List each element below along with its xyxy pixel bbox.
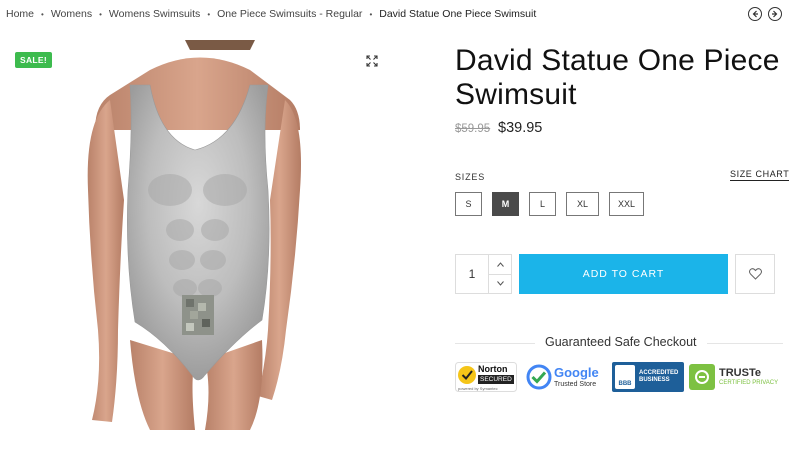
bbb-business: BUSINESS: [639, 377, 670, 383]
chevron-up-icon[interactable]: [489, 255, 511, 275]
bbb-accredited: ACCREDITED: [639, 370, 679, 376]
truste-logo-icon: [689, 364, 715, 390]
arrow-right-circle-icon[interactable]: [768, 7, 782, 21]
safe-checkout-title: Guaranteed Safe Checkout: [535, 335, 707, 349]
breadcrumb-separator: •: [99, 9, 102, 19]
breadcrumb: Home • Womens • Womens Swimsuits • One P…: [6, 8, 536, 20]
sale-badge: SALE!: [15, 52, 52, 68]
size-option-l[interactable]: L: [529, 192, 556, 216]
quantity-stepper: 1: [455, 254, 512, 294]
breadcrumb-womens-swimsuits[interactable]: Womens Swimsuits: [109, 8, 200, 20]
size-chart-link[interactable]: SIZE CHART: [730, 169, 790, 181]
breadcrumb-one-piece[interactable]: One Piece Swimsuits - Regular: [217, 8, 362, 20]
google-trusted-store: Trusted Store: [554, 380, 597, 388]
add-to-cart-button[interactable]: ADD TO CART: [519, 254, 728, 294]
breadcrumb-womens[interactable]: Womens: [51, 8, 92, 20]
truste-badge: TRUSTe CERTIFIED PRIVACY: [689, 362, 785, 392]
sizes-label: SIZES: [455, 172, 486, 182]
product-title: David Statue One Piece Swimsuit: [455, 44, 780, 111]
breadcrumb-current: David Statue One Piece Swimsuit: [379, 8, 537, 20]
trust-badges: Norton SECURED powered by Symantec Googl…: [455, 362, 785, 394]
norton-badge: Norton SECURED powered by Symantec: [455, 362, 517, 392]
breadcrumb-separator: •: [207, 9, 211, 19]
google-word: Google: [554, 364, 599, 380]
bbb-accredited-badge: BBB ACCREDITED BUSINESS: [612, 362, 684, 392]
size-option-xl[interactable]: XL: [566, 192, 599, 216]
quantity-input[interactable]: 1: [456, 255, 489, 293]
heart-icon[interactable]: [735, 254, 775, 294]
size-option-s[interactable]: S: [455, 192, 482, 216]
price-original: $59.95: [455, 123, 491, 135]
truste-certified: CERTIFIED PRIVACY: [719, 379, 779, 386]
breadcrumb-home[interactable]: Home: [6, 8, 34, 20]
size-option-xxl[interactable]: XXL: [609, 192, 645, 216]
truste-word: TRUSTe: [719, 366, 761, 379]
norton-name: Norton: [478, 364, 508, 374]
size-options: S M L XL XXL: [455, 192, 645, 216]
chevron-down-icon[interactable]: [489, 275, 511, 294]
norton-symantec: powered by Symantec: [458, 386, 498, 391]
product-pager: [748, 7, 782, 21]
breadcrumb-separator: •: [369, 9, 373, 19]
norton-secured: SECURED: [478, 375, 514, 384]
arrow-left-circle-icon[interactable]: [748, 7, 762, 21]
size-option-m[interactable]: M: [492, 192, 519, 216]
product-image[interactable]: SALE!: [0, 40, 393, 430]
bbb-logo: BBB: [615, 365, 635, 389]
product-photo: [87, 40, 301, 430]
google-trusted-badge: Google Trusted Store: [526, 362, 604, 392]
breadcrumb-separator: •: [41, 9, 44, 19]
expand-arrows-icon[interactable]: [366, 54, 380, 68]
price-sale: $39.95: [498, 120, 543, 136]
